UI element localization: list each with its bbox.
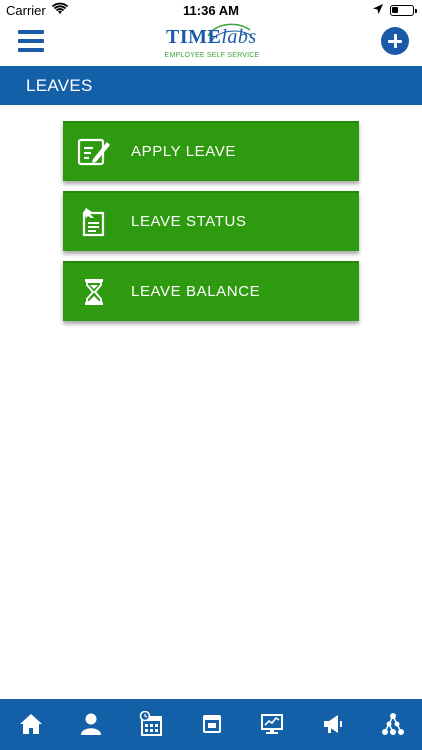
location-arrow-icon (372, 3, 384, 18)
leave-balance-button[interactable]: LEAVE BALANCE (63, 261, 359, 321)
timelabs-logo: TIMElabs EMPLOYEE SELF SERVICE (162, 23, 262, 64)
calendar-icon[interactable] (199, 711, 225, 737)
plus-circle-icon[interactable] (381, 27, 409, 55)
edit-document-icon (77, 137, 111, 167)
network-tree-icon[interactable] (380, 711, 406, 737)
bottom-nav (0, 699, 422, 750)
hourglass-icon (77, 277, 111, 307)
pinned-note-icon (77, 207, 111, 237)
monitor-chart-icon[interactable] (259, 711, 285, 737)
calendar-clock-icon[interactable] (138, 710, 164, 737)
home-icon[interactable] (18, 711, 44, 737)
battery-icon (390, 5, 417, 16)
logo-wordmark: TIMElabs (166, 26, 257, 48)
menu-item-label: LEAVE BALANCE (131, 283, 261, 300)
hamburger-menu-icon[interactable] (18, 30, 44, 54)
apply-leave-button[interactable]: APPLY LEAVE (63, 121, 359, 181)
clock: 11:36 AM (183, 3, 239, 18)
user-icon[interactable] (78, 711, 104, 737)
status-bar: Carrier 11:36 AM (0, 0, 422, 22)
megaphone-icon[interactable] (320, 711, 346, 737)
menu-item-label: LEAVE STATUS (131, 213, 247, 230)
leave-status-button[interactable]: LEAVE STATUS (63, 191, 359, 251)
leaves-menu: APPLY LEAVE LEAVE STATUS LEAVE BALANCE (63, 121, 359, 331)
app-header: TIMElabs EMPLOYEE SELF SERVICE (0, 22, 422, 66)
logo-tagline: EMPLOYEE SELF SERVICE (164, 52, 260, 59)
page-title: LEAVES (0, 66, 422, 105)
menu-item-label: APPLY LEAVE (131, 143, 236, 160)
